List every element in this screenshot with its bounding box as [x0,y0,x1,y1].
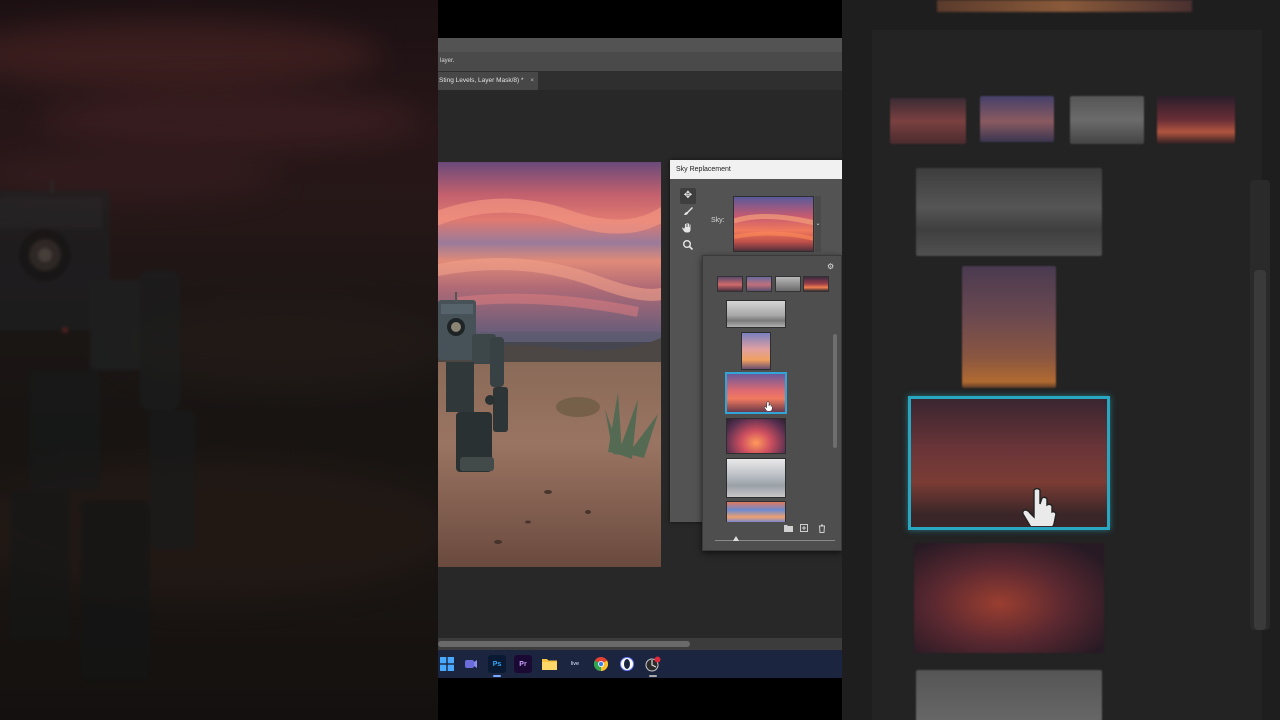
sky-thumbnail[interactable] [726,300,786,328]
preset-group-thumb[interactable] [746,276,772,292]
hand-icon[interactable] [680,222,696,238]
zoomed-preset-thumb [980,96,1054,142]
right-zoomed-backdrop: ⚙ [842,0,1280,720]
preset-group-thumb[interactable] [717,276,743,292]
photoshop-icon[interactable]: Ps [488,655,506,673]
picker-gear-icon[interactable]: ⚙ [827,262,834,271]
file-explorer-icon[interactable] [540,655,558,673]
center-screen: layer. Sting Levels, Layer Mask/8) * × S… [438,0,842,720]
screen: ⚙ layer. Sting Levels, Layer Mask/8) * × [0,0,1280,720]
sky-thumbnail[interactable] [741,332,771,370]
windows-start-icon[interactable] [438,655,456,673]
hand-cursor-icon [764,401,773,411]
document-tab-bar: Sting Levels, Layer Mask/8) * × [438,72,842,90]
new-sky-icon[interactable] [799,524,809,534]
zoomed-sky-thumb [962,266,1056,388]
picker-scrollbar[interactable] [831,300,839,520]
zoomed-sky-thumb [916,670,1102,720]
sky-preview-thumbnail[interactable] [733,196,814,252]
zoomed-scrollbar [1250,180,1270,630]
sky-brush-icon[interactable] [680,205,696,221]
zoomed-sky-thumb [914,543,1104,653]
delete-icon[interactable] [817,524,827,534]
zoomed-selected-thumb [908,396,1110,530]
sky-thumbnail[interactable] [726,418,786,454]
teams-icon[interactable] [462,655,480,673]
left-blurred-backdrop [0,0,438,720]
sky-dropdown-chevron-icon[interactable]: ⌄ [815,196,821,252]
horizontal-scrollbar[interactable] [438,638,842,650]
zoomed-sky-strip [937,0,1192,12]
sky-thumbnail[interactable] [726,501,786,522]
live-app-icon[interactable]: live [566,655,584,673]
premiere-icon[interactable]: Pr [514,655,532,673]
zoomed-preset-thumb [1070,96,1144,144]
zoomed-sky-thumb [916,168,1102,256]
sky-thumbnail[interactable] [726,458,786,498]
document-image[interactable] [438,162,661,567]
move-sky-icon[interactable]: ✥ [680,188,696,204]
dialog-toolbar: ✥ [676,186,700,526]
windows-taskbar: Ps Pr live [438,650,842,678]
thumbnail-size-slider-knob[interactable] [733,536,739,541]
dialog-title: Sky Replacement [670,160,842,179]
options-bar: layer. [438,52,842,72]
preset-group-thumb[interactable] [803,276,829,292]
close-tab-icon[interactable]: × [530,72,534,90]
davinci-icon[interactable] [644,655,662,673]
sky-thumbnail-selected[interactable] [725,372,787,414]
zoomed-preset-thumb [1157,96,1235,144]
active-app-indicator [493,675,501,677]
zoom-icon[interactable] [680,239,696,255]
sky-label: Sky: [711,217,725,224]
running-app-indicator [649,675,657,677]
photoshop-window: layer. Sting Levels, Layer Mask/8) * × S… [438,38,842,650]
preset-group-thumb[interactable] [775,276,801,292]
preset-group-row [717,276,829,294]
zoomed-hand-cursor-icon [1022,487,1057,526]
chrome-icon[interactable] [592,655,610,673]
zoomed-preset-thumb [890,98,966,144]
sky-thumbnail-list [703,300,842,522]
document-tab[interactable]: Sting Levels, Layer Mask/8) * × [438,72,538,90]
folder-icon[interactable] [783,524,793,534]
opera-icon[interactable] [618,655,636,673]
sky-preset-picker: ⚙ [702,255,842,551]
options-hint: layer. [440,58,455,64]
document-tab-title: Sting Levels, Layer Mask/8) * [439,77,524,84]
menu-bar[interactable] [438,38,842,52]
picker-footer [703,522,842,552]
